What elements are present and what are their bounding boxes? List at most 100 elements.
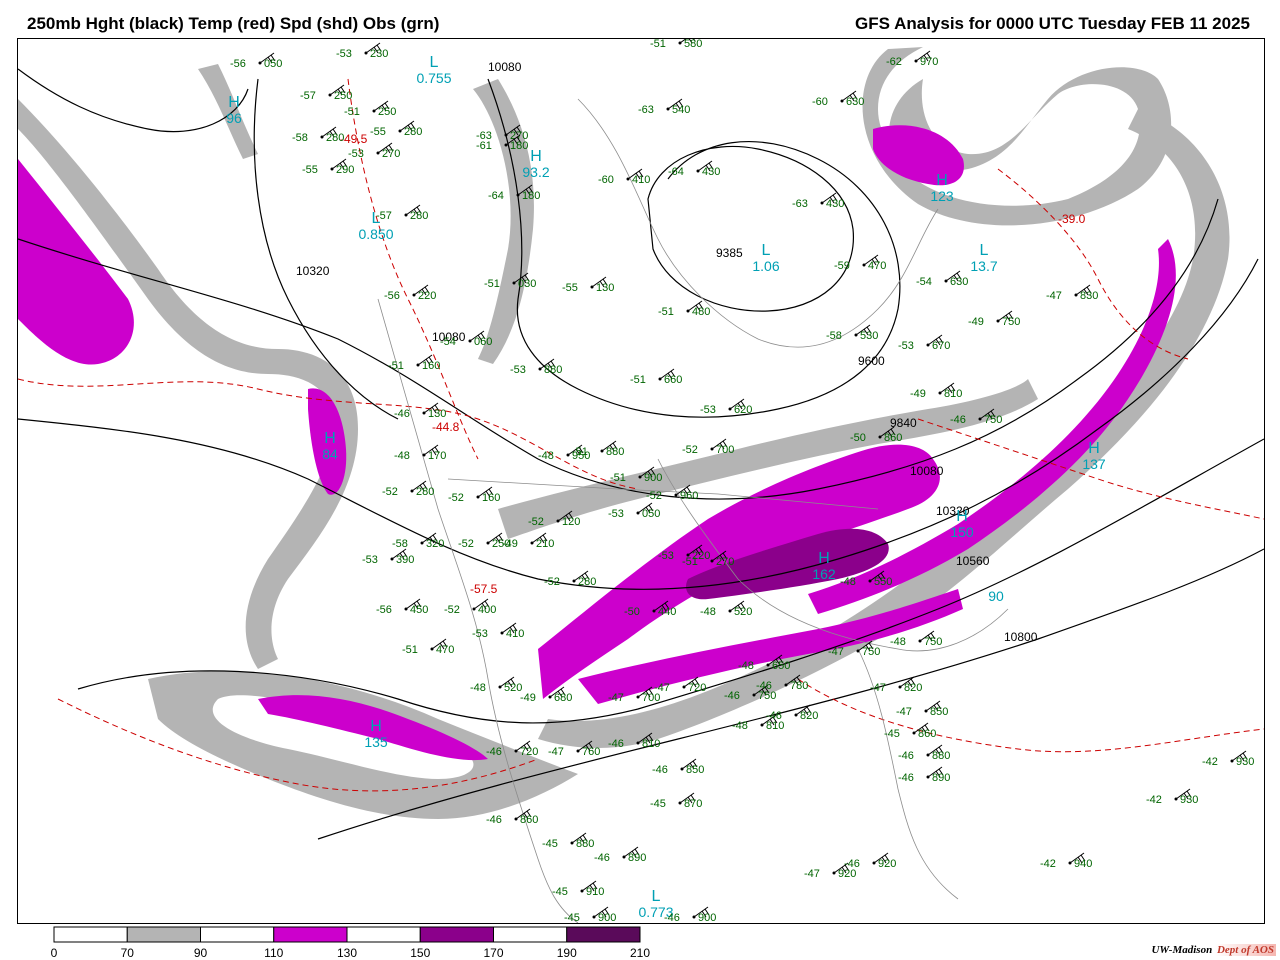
center-letter: L — [430, 54, 439, 71]
ob-height: 170 — [428, 450, 446, 462]
ob-height: 750 — [1002, 316, 1020, 328]
station-ob: -51 660 — [630, 368, 682, 386]
legend-label: 190 — [556, 946, 577, 960]
legend-swatch — [419, 926, 494, 943]
station-ob: -58 320 — [392, 532, 444, 550]
center-value: 84 — [322, 446, 338, 462]
ob-height: 680 — [554, 692, 572, 704]
station-ob: -56 450 — [376, 598, 428, 616]
ob-temperature: -50 — [624, 606, 640, 618]
ob-temperature: -49 — [910, 388, 926, 400]
ob-temperature: -55 — [302, 164, 318, 176]
ob-temperature: -52 — [382, 486, 398, 498]
center-letter: H — [324, 430, 336, 447]
station-ob: -51 480 — [658, 300, 710, 318]
ob-temperature: -53 — [608, 508, 624, 520]
center-value: 96 — [226, 110, 242, 126]
ob-height: 130 — [428, 408, 446, 420]
ob-temperature: -53 — [510, 364, 526, 376]
ob-temperature: -53 — [472, 628, 488, 640]
station-ob: -45 900 — [564, 906, 616, 923]
ob-height: 390 — [396, 554, 414, 566]
center-letter: H — [936, 172, 948, 189]
ob-height: 870 — [684, 798, 702, 810]
station-ob: -53 880 — [510, 358, 562, 376]
weather-map: 10080 10320 10080 9385 9600 9840 10080 10320 105… — [17, 38, 1265, 924]
center-value: 1.06 — [752, 258, 779, 274]
height-contour — [18, 258, 1259, 590]
ob-temperature: -46 — [664, 912, 680, 923]
station-ob: -48 750 — [890, 630, 942, 648]
center-value: 135 — [364, 734, 388, 750]
ob-height: 860 — [884, 432, 902, 444]
ob-temperature: -60 — [598, 174, 614, 186]
ob-height: 280 — [404, 126, 422, 138]
ob-temperature: -45 — [650, 798, 666, 810]
ob-height: 250 — [378, 106, 396, 118]
station-ob: -53 230 — [336, 42, 388, 60]
ob-temperature: -46 — [724, 690, 740, 702]
height-contour-label: 9385 — [716, 246, 743, 260]
center-letter: L — [762, 242, 771, 259]
station-ob: -42 940 — [1040, 852, 1092, 870]
ob-height: 050 — [264, 58, 282, 70]
ob-height: 220 — [418, 290, 436, 302]
ob-temperature: -53 — [700, 404, 716, 416]
ob-height: 410 — [506, 628, 524, 640]
ob-height: 280 — [578, 576, 596, 588]
ob-height: 650 — [772, 660, 790, 672]
temperature-extreme-label: -39.0 — [1058, 212, 1086, 226]
ob-height: 280 — [410, 210, 428, 222]
ob-temperature: -53 — [336, 48, 352, 60]
credit-dept: Dept of AOS — [1214, 944, 1276, 956]
ob-height: 630 — [950, 276, 968, 288]
ob-temperature: -60 — [812, 96, 828, 108]
station-ob: -47 830 — [1046, 284, 1098, 302]
center-value: 13.7 — [970, 258, 997, 274]
credit-org: UW-Madison — [1151, 944, 1213, 956]
ob-height: 620 — [734, 404, 752, 416]
ob-temperature: -52 — [646, 490, 662, 502]
ob-temperature: -48 — [394, 450, 410, 462]
station-ob: -53 410 — [472, 622, 524, 640]
station-ob: -51 160 — [388, 354, 440, 372]
station-ob: -54 630 — [916, 270, 968, 288]
station-ob: -46 860 — [486, 808, 538, 826]
ob-height: 270 — [382, 148, 400, 160]
ob-height: 470 — [436, 644, 454, 656]
ob-temperature: -51 — [630, 374, 646, 386]
ob-temperature: -51 — [388, 360, 404, 372]
map-canvas: 1008010320100809385960098401008010320105… — [18, 39, 1264, 923]
center-value: 137 — [1082, 456, 1106, 472]
ob-height: 670 — [932, 340, 950, 352]
ob-temperature: -42 — [1040, 858, 1056, 870]
station-ob: -46 920 — [844, 852, 896, 870]
center-letter: H — [1088, 440, 1100, 457]
height-contour-label: 9840 — [890, 416, 917, 430]
legend-swatch — [273, 926, 348, 943]
ob-temperature: -59 — [834, 260, 850, 272]
ob-height: 470 — [868, 260, 886, 272]
legend-swatch — [566, 926, 641, 943]
station-ob: -53 390 — [362, 548, 414, 566]
ob-height: 930 — [1236, 756, 1254, 768]
ob-temperature: -48 — [470, 682, 486, 694]
station-ob: -57 280 — [376, 204, 428, 222]
station-ob: -52 700 — [682, 438, 734, 456]
center-value: 0.755 — [416, 70, 451, 86]
center-letter: H — [818, 550, 830, 567]
legend-swatch — [126, 926, 201, 943]
ob-height: 550 — [874, 576, 892, 588]
ob-temperature: -64 — [668, 166, 684, 178]
ob-temperature: -46 — [486, 746, 502, 758]
ob-temperature: -56 — [230, 58, 246, 70]
ob-temperature: -48 — [538, 450, 554, 462]
ob-height: 280 — [326, 132, 344, 144]
jet-magenta-arctic — [873, 125, 964, 186]
ob-temperature: -52 — [528, 516, 544, 528]
ob-height: 900 — [698, 912, 716, 923]
center-letter: H — [956, 508, 968, 525]
height-contour-label: 10080 — [488, 60, 522, 74]
station-ob: -52 400 — [444, 598, 496, 616]
ob-height: 890 — [932, 772, 950, 784]
